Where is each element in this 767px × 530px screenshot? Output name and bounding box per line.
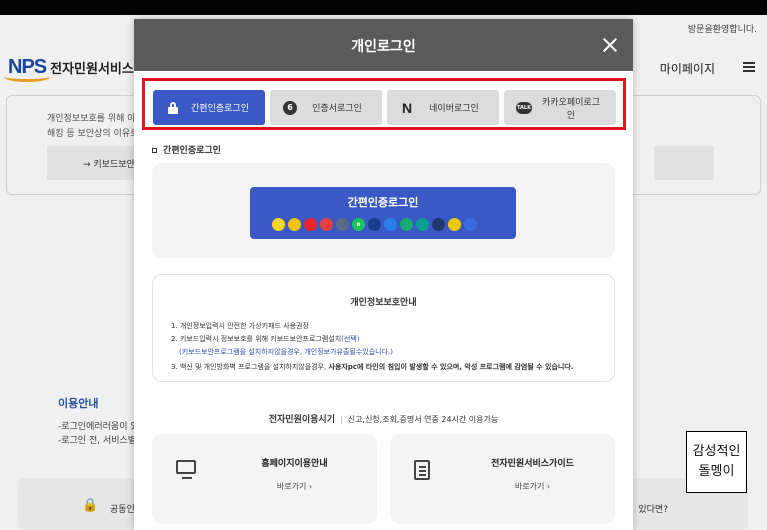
naver-icon: N bbox=[401, 99, 413, 116]
provider-icons: N bbox=[272, 218, 477, 231]
section-title: 간편인증로그인 bbox=[152, 143, 221, 156]
book-icon bbox=[414, 460, 436, 482]
samsung-provider-icon bbox=[320, 218, 333, 231]
tab-label: 카카오페이로그인 bbox=[542, 97, 600, 121]
notice-title: 개인정보보호안내 bbox=[350, 298, 417, 308]
tab-label: 인증서로그인 bbox=[312, 104, 362, 114]
hours-label: 전자민원이용시기 bbox=[268, 415, 335, 425]
stamp-line: 감성적인 bbox=[692, 444, 741, 459]
kbank-provider-icon bbox=[448, 218, 461, 231]
tab-label: 네이버로그인 bbox=[429, 104, 479, 114]
naver-provider-icon: N bbox=[352, 218, 365, 231]
close-icon[interactable] bbox=[601, 36, 619, 54]
kakao-provider-icon bbox=[272, 218, 285, 231]
service-guide-card[interactable]: 전자민원서비스가이드 바로가기 › bbox=[390, 434, 615, 524]
stamp-line: 돌멩이 bbox=[698, 464, 735, 479]
tab-simple-auth-login[interactable]: 간편인증로그인 bbox=[153, 90, 265, 125]
banksalad-provider-icon bbox=[464, 218, 477, 231]
service-hours: 전자민원이용시기 | 신고,신청,조회,증명서 연중 24시간 이용가능 bbox=[268, 415, 499, 425]
guide-title: 홈페이지이용안내 bbox=[261, 459, 328, 469]
guide-title: 전자민원서비스가이드 bbox=[491, 459, 574, 469]
certificate-icon: 6 bbox=[282, 100, 298, 115]
shinhan-provider-icon bbox=[368, 218, 381, 231]
top-black-bar bbox=[0, 0, 767, 15]
homepage-guide-card[interactable]: 홈페이지이용안내 바로가기 › bbox=[152, 434, 377, 524]
notice-list: 1. 개인정보입력시 안전한 가상키패드 사용권장 2. 키보드입력시 정보보호… bbox=[171, 320, 573, 374]
hours-text: 신고,신청,조회,증명서 연중 24시간 이용가능 bbox=[347, 415, 499, 424]
lock-icon bbox=[165, 101, 181, 114]
guide-link[interactable]: 바로가기 › bbox=[450, 481, 615, 492]
bank-provider-icon bbox=[400, 218, 413, 231]
guide-link[interactable]: 바로가기 › bbox=[212, 481, 377, 492]
tab-certificate-login[interactable]: 6 인증서로그인 bbox=[270, 90, 382, 125]
personal-login-modal: 개인로그인 간편인증로그인 6 인증서로그인 N 네이버로그인 TALK 카카오… bbox=[134, 19, 633, 530]
simple-auth-login-button[interactable]: 간편인증로그인 N bbox=[250, 187, 516, 239]
tab-kakaopay-login[interactable]: TALK 카카오페이로그인 bbox=[504, 90, 616, 125]
hana-provider-icon bbox=[416, 218, 429, 231]
simple-auth-box: 간편인증로그인 N bbox=[152, 163, 615, 258]
toss-provider-icon bbox=[384, 218, 397, 231]
modal-header: 개인로그인 bbox=[134, 19, 633, 71]
privacy-notice-box: 개인정보보호안내 1. 개인정보입력시 안전한 가상키패드 사용권장 2. 키보… bbox=[152, 274, 615, 382]
kb-provider-icon bbox=[336, 218, 349, 231]
watermark-stamp: 감성적인 돌멩이 bbox=[686, 431, 747, 493]
notice-item-sub: (키보드보안프로그램을 설치하지않을경우, 개인정보가유출될수있습니다.) bbox=[179, 348, 394, 356]
notice-item: 2. 키보드입력시 정보보호를 위해 키보드보안프로그램설치(선택) bbox=[171, 335, 360, 343]
login-tabs-highlight: 간편인증로그인 6 인증서로그인 N 네이버로그인 TALK 카카오페이로그인 bbox=[142, 78, 626, 130]
simple-auth-button-label: 간편인증로그인 bbox=[347, 196, 419, 209]
monitor-icon bbox=[176, 460, 198, 482]
pass-provider-icon bbox=[288, 218, 301, 231]
notice-item: 3. 백신 및 개인방화벽 프로그램을 설치하지않을경우, 사용자pc에 타인의… bbox=[171, 363, 574, 371]
notice-item: 1. 개인정보입력시 안전한 가상키패드 사용권장 bbox=[171, 322, 309, 330]
tab-naver-login[interactable]: N 네이버로그인 bbox=[387, 90, 499, 125]
modal-title: 개인로그인 bbox=[351, 39, 416, 55]
payco-provider-icon bbox=[304, 218, 317, 231]
kakao-talk-icon: TALK bbox=[516, 101, 532, 114]
nh-provider-icon bbox=[432, 218, 445, 231]
tab-label: 간편인증로그인 bbox=[191, 104, 249, 114]
